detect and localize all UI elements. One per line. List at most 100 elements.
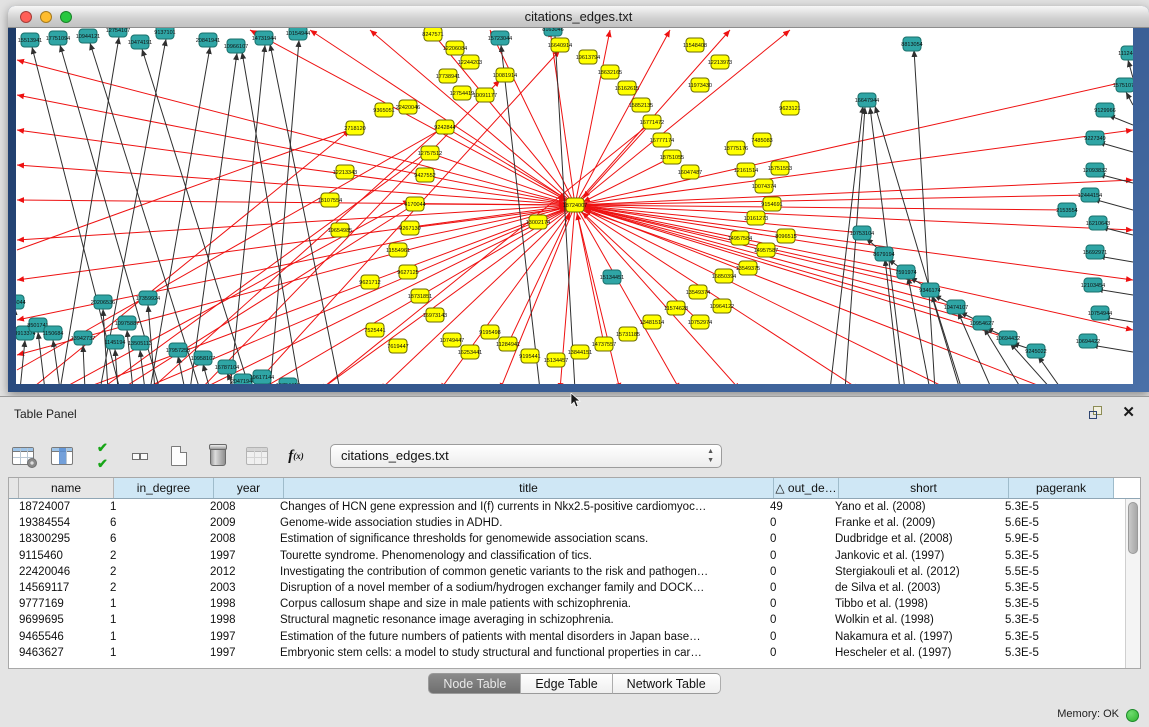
node-table[interactable]: namein_degreeyeartitle△ out_de…shortpage… [8,477,1141,669]
select-columns-icon[interactable]: ✔✔ [88,443,114,469]
network-node[interactable]: 9242844 [434,120,455,134]
network-node[interactable]: 9346174 [919,283,940,297]
network-window-titlebar[interactable]: citations_edges.txt [8,6,1149,28]
vertical-scrollbar[interactable] [1125,499,1140,668]
network-node[interactable]: 10154944 [286,28,310,40]
network-node[interactable]: 16253441 [458,345,482,359]
network-node[interactable]: 15751074 [1113,78,1133,92]
network-node[interactable]: 9137101 [154,28,175,39]
network-node[interactable]: 12754107 [106,28,130,37]
network-node[interactable]: 9245022 [1025,344,1046,358]
network-node[interactable]: 8679194 [873,247,894,261]
network-node[interactable]: 2718120 [344,121,365,135]
row-height-icon[interactable] [127,443,153,469]
network-node[interactable]: 12444154 [1078,188,1102,202]
network-node[interactable]: 13549375 [736,261,760,275]
network-node[interactable]: 16647944 [855,93,879,107]
network-node[interactable]: 16210643 [1086,216,1110,230]
network-node[interactable]: 11554961 [386,243,410,257]
network-node[interactable]: 12161514 [734,163,758,177]
network-node[interactable]: 10752974 [688,315,712,329]
network-node[interactable]: 15751553 [768,161,792,175]
network-node[interactable]: 9365051 [373,103,394,117]
network-node[interactable]: 10074374 [752,179,776,193]
network-node[interactable]: 16787104 [215,360,239,374]
tab-node-table[interactable]: Node Table [428,673,521,694]
network-node[interactable]: 13844151 [568,345,592,359]
network-node[interactable]: 18632165 [598,65,622,79]
float-panel-icon[interactable] [1089,406,1104,420]
network-node[interactable]: 22420046 [396,100,420,114]
table-mode-icon[interactable] [10,443,36,469]
network-node[interactable]: 16973143 [423,308,447,322]
network-node[interactable]: 10091177 [473,88,497,102]
network-node[interactable]: 15852135 [629,98,653,112]
network-node[interactable]: 11284941 [496,337,520,351]
table-row[interactable]: 946554611997Estimation of the future num… [9,629,1125,645]
network-node[interactable]: 10474107 [944,300,968,314]
network-node[interactable]: 8163046 [542,28,563,36]
network-node[interactable]: 10161273 [744,211,768,225]
network-node[interactable]: 7591974 [895,265,916,279]
network-node[interactable]: 16771472 [640,115,664,129]
column-header-1[interactable]: in_degree [114,478,214,498]
network-node[interactable]: 20206536 [91,295,115,309]
network-node[interactable]: 11973430 [688,78,712,92]
network-node[interactable]: 9427552 [414,168,435,182]
network-node[interactable]: 16047487 [678,165,702,179]
network-node[interactable]: 12244203 [458,55,482,69]
network-node[interactable]: 13481514 [640,315,664,329]
memory-ok-indicator[interactable] [1126,709,1139,722]
network-node[interactable]: 10944121 [76,29,100,43]
network-node[interactable]: 12213973 [708,55,732,69]
network-node[interactable]: 18775176 [724,141,748,155]
network-node[interactable]: 9129966 [1094,103,1115,117]
network-node[interactable]: 11124444 [1118,46,1133,60]
network-node[interactable]: 13002174 [526,215,550,229]
network-node[interactable]: 8813054 [901,37,922,51]
network-node[interactable]: 7485083 [751,133,772,147]
network-node[interactable]: 12213343 [333,165,357,179]
table-row[interactable]: 1456911722003Disruption of a novel membe… [9,580,1125,596]
network-node[interactable]: 16640914 [548,38,572,52]
network-node[interactable]: 10694422 [1076,334,1100,348]
network-node[interactable]: 17751094 [46,31,70,45]
network-node[interactable]: 16162615 [615,81,639,95]
delete-column-icon[interactable] [205,443,231,469]
tab-network-table[interactable]: Network Table [613,673,721,694]
network-node[interactable]: 15692971 [1083,245,1107,259]
create-column-icon[interactable] [166,443,192,469]
network-node[interactable]: 12103454 [1081,278,1105,292]
network-node[interactable]: 18751055 [660,150,684,164]
network-node[interactable]: 4170044 [404,197,425,211]
network-node[interactable]: 10694432 [996,331,1020,345]
network-node[interactable]: 10754944 [1088,306,1112,320]
network-node[interactable]: 14957584 [728,231,752,245]
network-node[interactable]: 17738941 [436,69,460,83]
network-node[interactable]: 12093832 [1083,163,1107,177]
table-row[interactable]: 1938455462009Genome-wide association stu… [9,515,1125,531]
table-row[interactable]: 946362711997Embryonic stem cells: a mode… [9,645,1125,661]
network-node[interactable]: 9227349 [1084,131,1105,145]
network-canvas[interactable]: 1872400716640914196137941863216516162615… [16,28,1133,384]
network-node[interactable]: 2153554 [1056,203,1077,217]
function-builder-icon[interactable]: f(x) [283,443,309,469]
table-row[interactable]: 1830029562008Estimation of significance … [9,531,1125,547]
network-node[interactable]: 17359924 [136,291,160,305]
network-node[interactable]: 9154691 [761,197,782,211]
column-header-2[interactable]: year [214,478,284,498]
network-node[interactable]: 16777174 [650,133,674,147]
table-row[interactable]: 969969511998Structural magnetic resonanc… [9,612,1125,628]
network-node[interactable]: 11574628 [664,301,688,315]
network-node[interactable]: 15134451 [600,270,624,284]
column-header-4[interactable]: △ out_de… [774,478,839,498]
network-node[interactable]: 10081914 [493,68,517,82]
column-header-3[interactable]: title [284,478,774,498]
network-node[interactable]: 19613794 [576,50,600,64]
network-node[interactable]: 10954627 [970,316,994,330]
network-node[interactable]: 1150684 [42,326,63,340]
network-node[interactable]: 15134457 [544,353,568,367]
network-node[interactable]: 14731944 [252,31,276,45]
network-node[interactable]: 7525441 [364,323,385,337]
network-node[interactable]: 10794412 [276,378,300,384]
